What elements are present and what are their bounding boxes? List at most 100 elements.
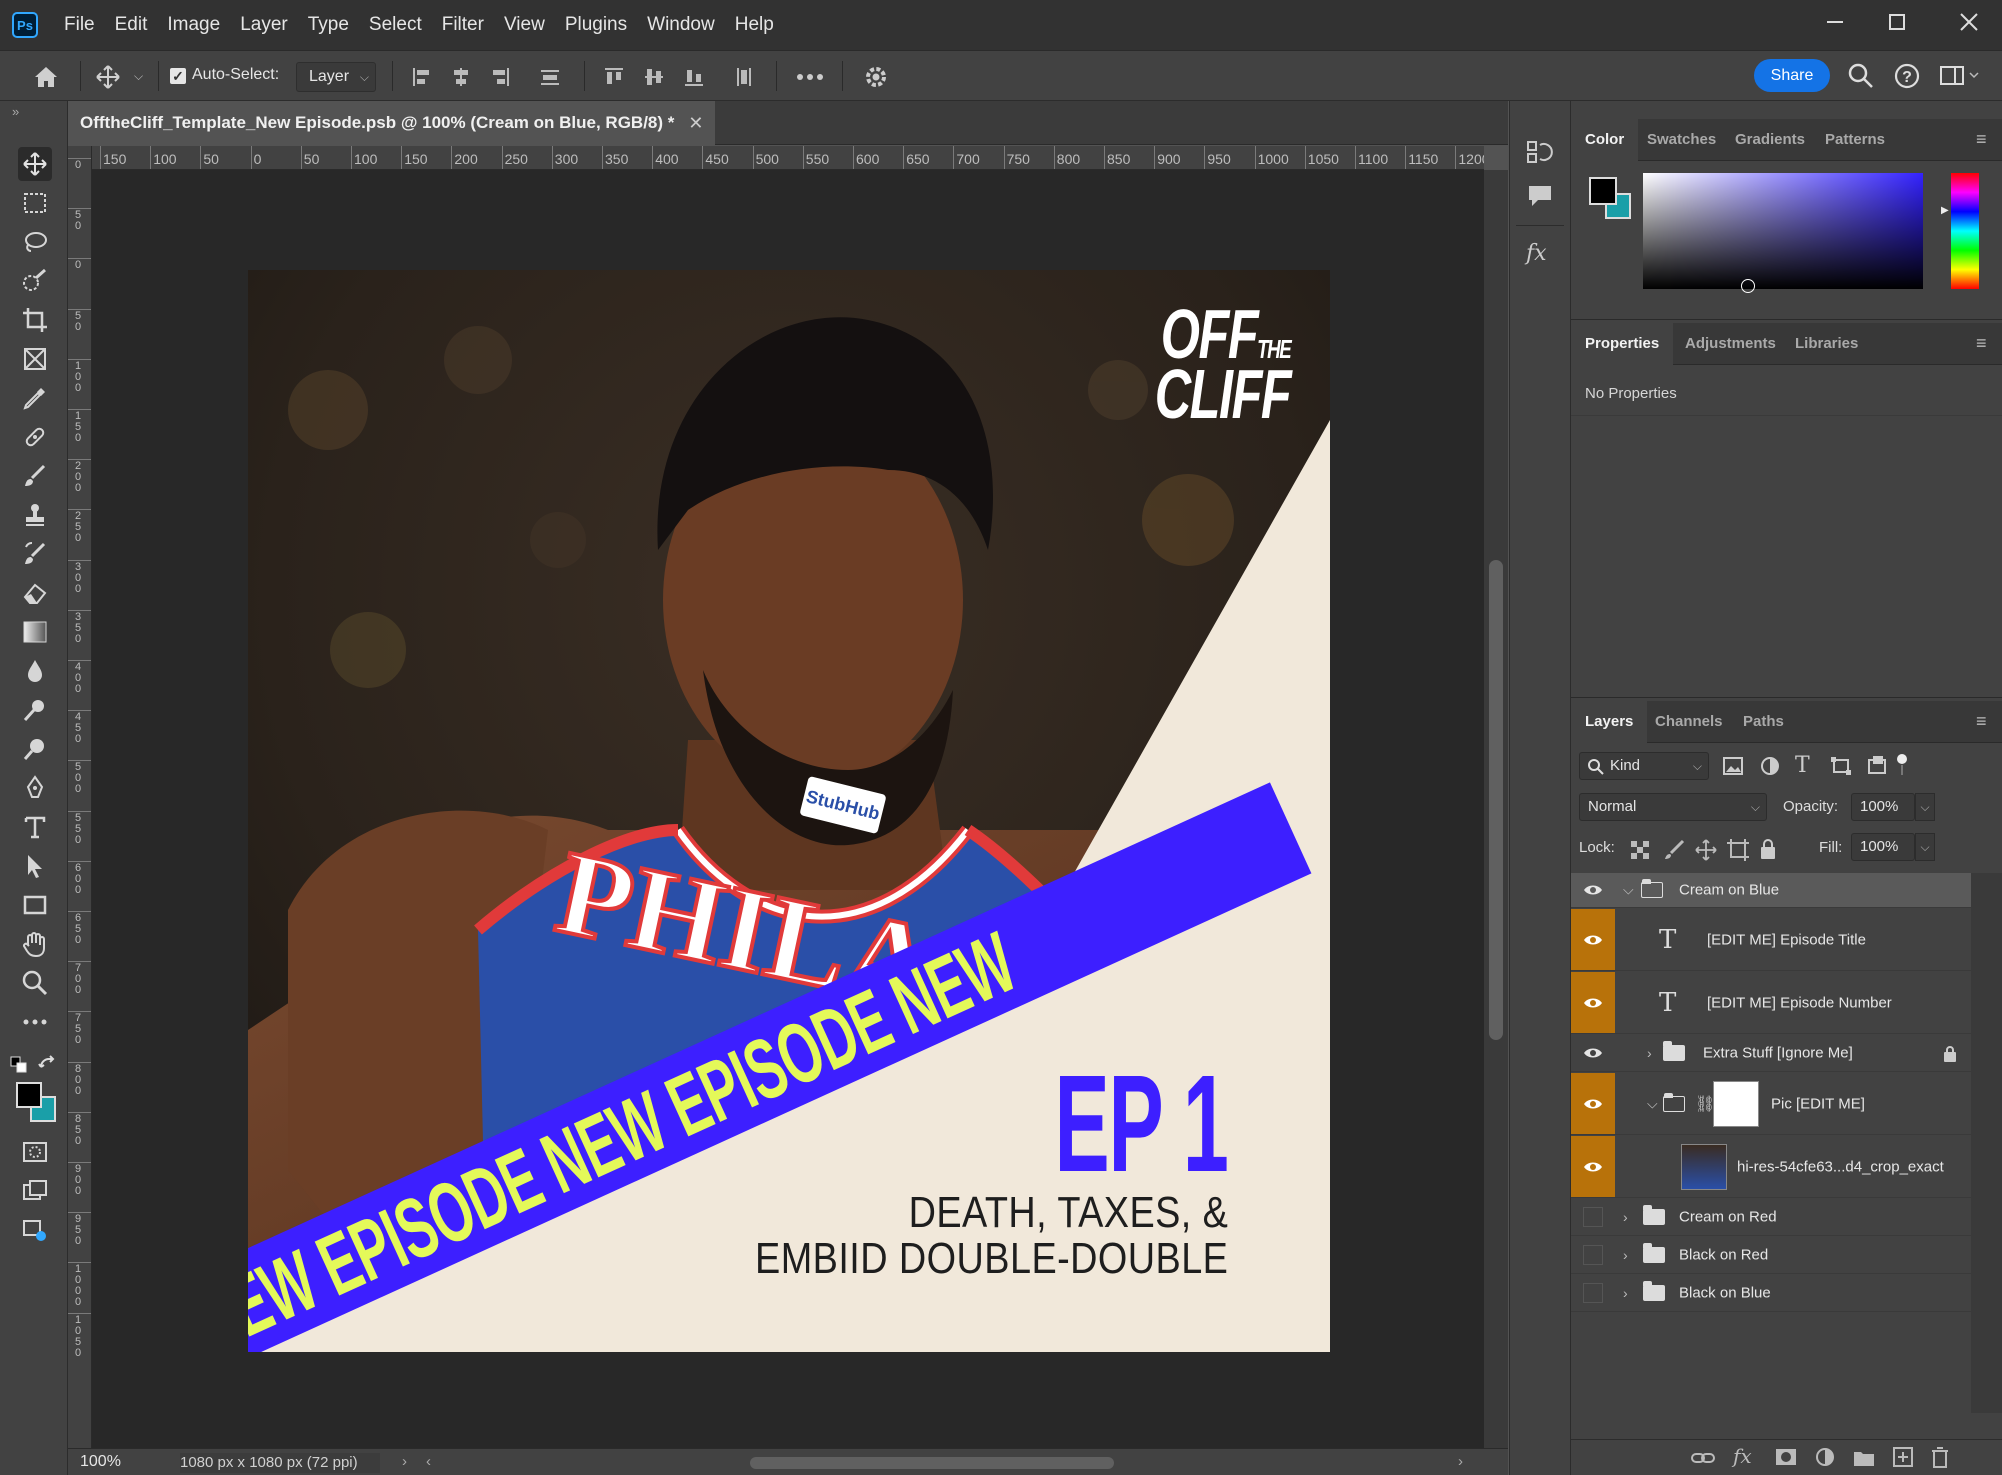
panel-menu-icon[interactable]: ≡ — [1976, 711, 1992, 732]
brush-tool[interactable] — [18, 459, 52, 493]
share-button[interactable]: Share — [1754, 59, 1830, 92]
layer-row-black-on-blue[interactable]: › Black on Blue — [1571, 1275, 1971, 1312]
chevron-right-icon[interactable]: › — [402, 1453, 407, 1470]
lock-all-icon[interactable] — [1759, 838, 1777, 865]
settings-button[interactable] — [862, 63, 890, 91]
healing-brush-tool[interactable] — [18, 420, 52, 454]
menu-select[interactable]: Select — [359, 14, 432, 36]
layer-image-thumbnail[interactable] — [1681, 1144, 1727, 1190]
fill-input[interactable]: 100% — [1851, 833, 1915, 861]
align-right-button[interactable] — [486, 63, 514, 91]
tab-color[interactable]: Color — [1571, 119, 1639, 161]
close-window-button[interactable] — [1934, 0, 2002, 44]
opacity-slider-toggle[interactable]: ⌵ — [1915, 793, 1935, 821]
menu-help[interactable]: Help — [725, 14, 784, 36]
hue-marker-icon[interactable]: ▶ — [1941, 205, 1949, 216]
chevron-down-icon[interactable]: ⌵ — [1647, 1095, 1658, 1112]
layer-row-black-on-red[interactable]: › Black on Red — [1571, 1237, 1971, 1274]
visibility-toggle[interactable] — [1571, 1275, 1615, 1311]
align-top-button[interactable] — [600, 63, 628, 91]
filter-type-icon[interactable]: T — [1795, 753, 1810, 778]
more-options-button[interactable] — [796, 63, 824, 91]
move-tool[interactable] — [18, 147, 52, 181]
align-bottom-button[interactable] — [680, 63, 708, 91]
history-panel-button[interactable] — [1526, 139, 1554, 172]
crop-tool[interactable] — [18, 303, 52, 337]
chevron-right-icon[interactable]: › — [1623, 1285, 1628, 1301]
visibility-toggle[interactable] — [1571, 1035, 1615, 1071]
layer-row-episode-number[interactable]: T [EDIT ME] Episode Number — [1571, 972, 1971, 1034]
layer-row-image[interactable]: hi-res-54cfe63...d4_crop_exact — [1571, 1136, 1971, 1198]
menu-plugins[interactable]: Plugins — [555, 14, 637, 36]
scrollbar-thumb[interactable] — [1489, 560, 1503, 1040]
pen-tool[interactable] — [18, 771, 52, 805]
menu-file[interactable]: File — [54, 14, 105, 36]
gradient-tool[interactable] — [18, 615, 52, 649]
layer-row-pic[interactable]: ⌵ ⛓ Pic [EDIT ME] — [1571, 1073, 1971, 1135]
visibility-toggle[interactable] — [1571, 972, 1615, 1033]
history-brush-tool[interactable] — [18, 537, 52, 571]
zoom-level[interactable]: 100% — [80, 1453, 121, 1471]
tab-adjustments[interactable]: Adjustments — [1671, 323, 1790, 365]
menu-edit[interactable]: Edit — [105, 14, 158, 36]
lock-image-icon[interactable] — [1663, 839, 1685, 866]
eyedropper-tool[interactable] — [18, 381, 52, 415]
help-button[interactable]: ? — [1894, 63, 1920, 94]
eraser-tool[interactable] — [18, 576, 52, 610]
frame-tool[interactable] — [18, 342, 52, 376]
scroll-right-icon[interactable]: › — [1458, 1453, 1463, 1470]
auto-select-checkbox[interactable]: ✓ — [170, 68, 186, 84]
visibility-toggle[interactable] — [1571, 1073, 1615, 1134]
search-button[interactable] — [1848, 63, 1874, 94]
layer-row-cream-on-red[interactable]: › Cream on Red — [1571, 1199, 1971, 1236]
menu-window[interactable]: Window — [637, 14, 725, 36]
path-selection-tool[interactable] — [18, 849, 52, 883]
color-picker-cursor[interactable] — [1741, 279, 1755, 293]
horizontal-scrollbar-thumb[interactable] — [750, 1457, 1114, 1469]
visibility-toggle[interactable] — [1571, 909, 1615, 970]
visibility-toggle[interactable] — [1571, 1199, 1615, 1235]
hue-slider[interactable] — [1951, 173, 1979, 289]
filter-smart-object-icon[interactable] — [1867, 755, 1887, 780]
vertical-scrollbar[interactable] — [1484, 170, 1508, 1448]
marquee-tool[interactable] — [18, 186, 52, 220]
visibility-toggle[interactable] — [1571, 873, 1615, 907]
fill-slider-toggle[interactable]: ⌵ — [1915, 833, 1935, 861]
rectangle-tool[interactable] — [18, 888, 52, 922]
panel-menu-icon[interactable]: ≡ — [1976, 129, 1992, 150]
menu-view[interactable]: View — [494, 14, 555, 36]
menu-image[interactable]: Image — [157, 14, 230, 36]
artwork-canvas[interactable]: StubHub PHILA OFFTHE CLIFF NEW EPISODE N… — [248, 270, 1330, 1352]
visibility-toggle[interactable] — [1571, 1237, 1615, 1273]
panel-menu-icon[interactable]: ≡ — [1976, 333, 1992, 354]
filter-toggle-icon[interactable] — [1895, 753, 1909, 782]
tab-channels[interactable]: Channels — [1641, 701, 1737, 743]
layer-row-cream-on-blue[interactable]: ⌵ Cream on Blue — [1571, 873, 1971, 908]
close-tab-icon[interactable]: ✕ — [688, 113, 703, 134]
maximize-button[interactable] — [1862, 0, 1932, 44]
menu-filter[interactable]: Filter — [432, 14, 494, 36]
tab-swatches[interactable]: Swatches — [1633, 119, 1730, 161]
opacity-input[interactable]: 100% — [1851, 793, 1915, 821]
tab-layers[interactable]: Layers — [1571, 701, 1648, 743]
swap-colors-button[interactable] — [38, 1055, 56, 1078]
styles-panel-button[interactable]: fx — [1526, 241, 1547, 266]
move-tool-preset[interactable] — [94, 63, 122, 91]
minimize-button[interactable] — [1800, 0, 1870, 44]
layers-scrollbar[interactable] — [1971, 873, 2002, 1413]
quick-mask-button[interactable] — [18, 1135, 52, 1169]
scroll-left-icon[interactable]: ‹ — [426, 1453, 431, 1470]
chevron-down-icon[interactable]: ⌵ — [1623, 882, 1634, 899]
visibility-toggle[interactable] — [1571, 1136, 1615, 1197]
chevron-right-icon[interactable]: › — [1623, 1209, 1628, 1225]
dodge-tool[interactable] — [18, 693, 52, 727]
panel-foreground-swatch[interactable] — [1589, 177, 1617, 205]
align-center-button[interactable] — [447, 63, 475, 91]
layer-row-episode-title[interactable]: T [EDIT ME] Episode Title — [1571, 909, 1971, 971]
default-colors-button[interactable] — [10, 1056, 28, 1079]
lasso-tool[interactable] — [18, 225, 52, 259]
chevron-right-icon[interactable]: › — [1647, 1045, 1652, 1061]
screen-mode-button[interactable] — [18, 1174, 52, 1208]
hand-tool[interactable] — [18, 927, 52, 961]
lock-transparent-icon[interactable] — [1631, 841, 1649, 864]
